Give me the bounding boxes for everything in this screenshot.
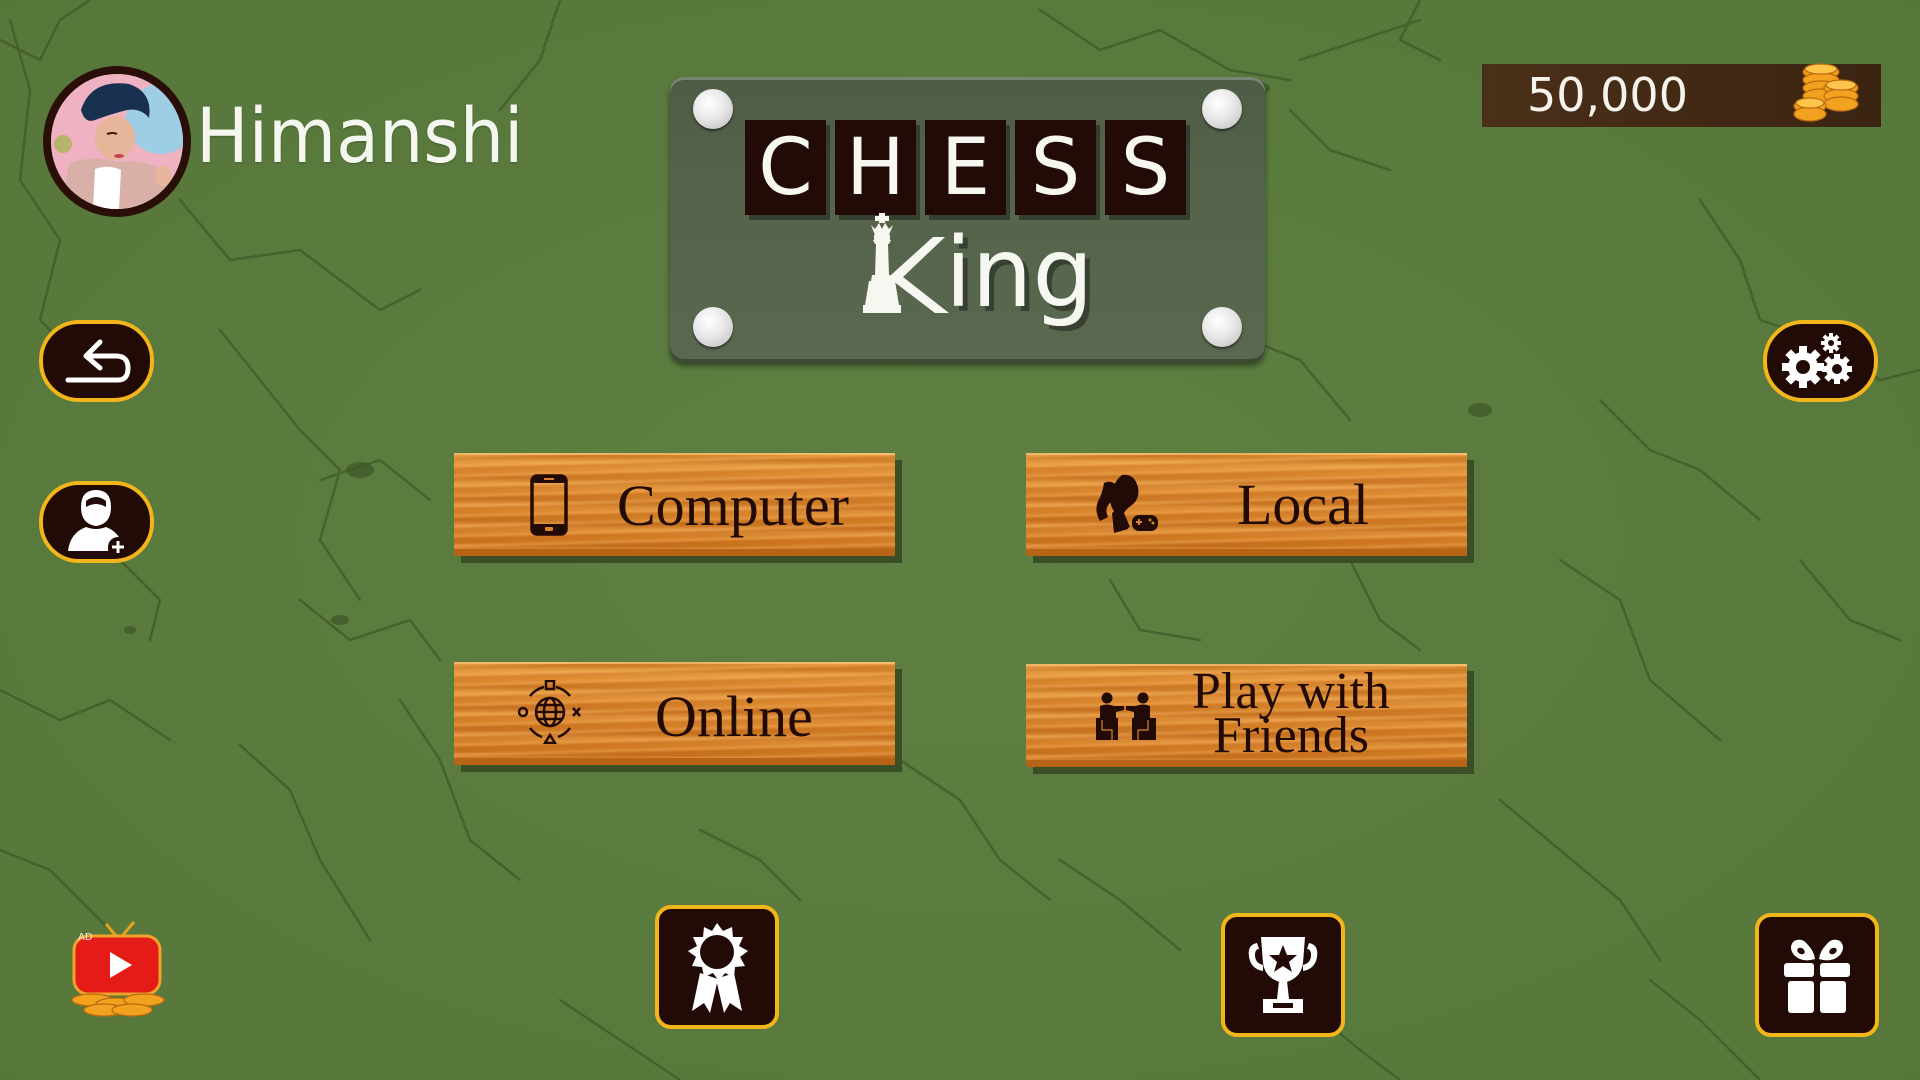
coin-value: 50,000	[1527, 68, 1688, 122]
logo-letter: C	[745, 120, 826, 215]
play-with-friends-button[interactable]: Play with Friends	[1026, 664, 1467, 767]
rivet	[1202, 307, 1242, 347]
leaderboard-button[interactable]	[1221, 913, 1345, 1037]
logo-letter: H	[835, 120, 916, 215]
chess-king-icon	[863, 213, 949, 313]
play-with-friends-line2: Friends	[1212, 707, 1369, 765]
friends-table-icon	[1096, 692, 1156, 740]
watch-ad-button[interactable]: AD	[66, 918, 176, 1020]
logo-letter: S	[1015, 120, 1096, 215]
rivet	[693, 89, 733, 129]
play-with-friends-label: Play with Friends	[1192, 666, 1390, 762]
daily-gift-button[interactable]	[1755, 913, 1879, 1037]
gift-box-icon	[1784, 939, 1850, 1013]
ad-label: AD	[78, 932, 93, 943]
local-players-gamepad-icon	[1096, 474, 1158, 533]
add-user-icon	[67, 489, 128, 557]
online-mode-button[interactable]: Online	[454, 662, 895, 765]
logo-title: C H E S S	[745, 120, 1186, 215]
local-mode-button[interactable]: Local	[1026, 453, 1467, 556]
back-button[interactable]	[39, 320, 154, 402]
coin-balance[interactable]: 50,000	[1482, 63, 1881, 127]
logo-letter: E	[925, 120, 1006, 215]
coin-stack-icon	[1793, 63, 1859, 122]
logo-subtitle: ing	[863, 205, 1093, 321]
game-logo: C H E S S ing	[670, 77, 1265, 362]
trophy-star-icon	[1248, 937, 1318, 1013]
online-mode-label: Online	[655, 684, 813, 749]
achievements-button[interactable]	[655, 905, 779, 1029]
add-friend-button[interactable]	[39, 481, 154, 563]
computer-mode-label: Computer	[617, 473, 849, 538]
undo-arrow-icon	[65, 339, 130, 383]
smartphone-icon	[530, 474, 568, 536]
gears-icon	[1781, 333, 1852, 388]
logo-letter: S	[1105, 120, 1186, 215]
rivet	[1202, 89, 1242, 129]
award-ribbon-icon	[688, 923, 748, 1013]
settings-button[interactable]	[1763, 320, 1878, 402]
globe-network-icon	[518, 680, 581, 744]
profile-photo-icon	[51, 74, 183, 209]
player-name: Himanshi	[196, 91, 524, 180]
logo-subtitle-text: ing	[945, 217, 1094, 329]
computer-mode-button[interactable]: Computer	[454, 453, 895, 556]
rivet	[693, 307, 733, 347]
player-avatar[interactable]	[43, 66, 191, 217]
local-mode-label: Local	[1237, 472, 1370, 537]
